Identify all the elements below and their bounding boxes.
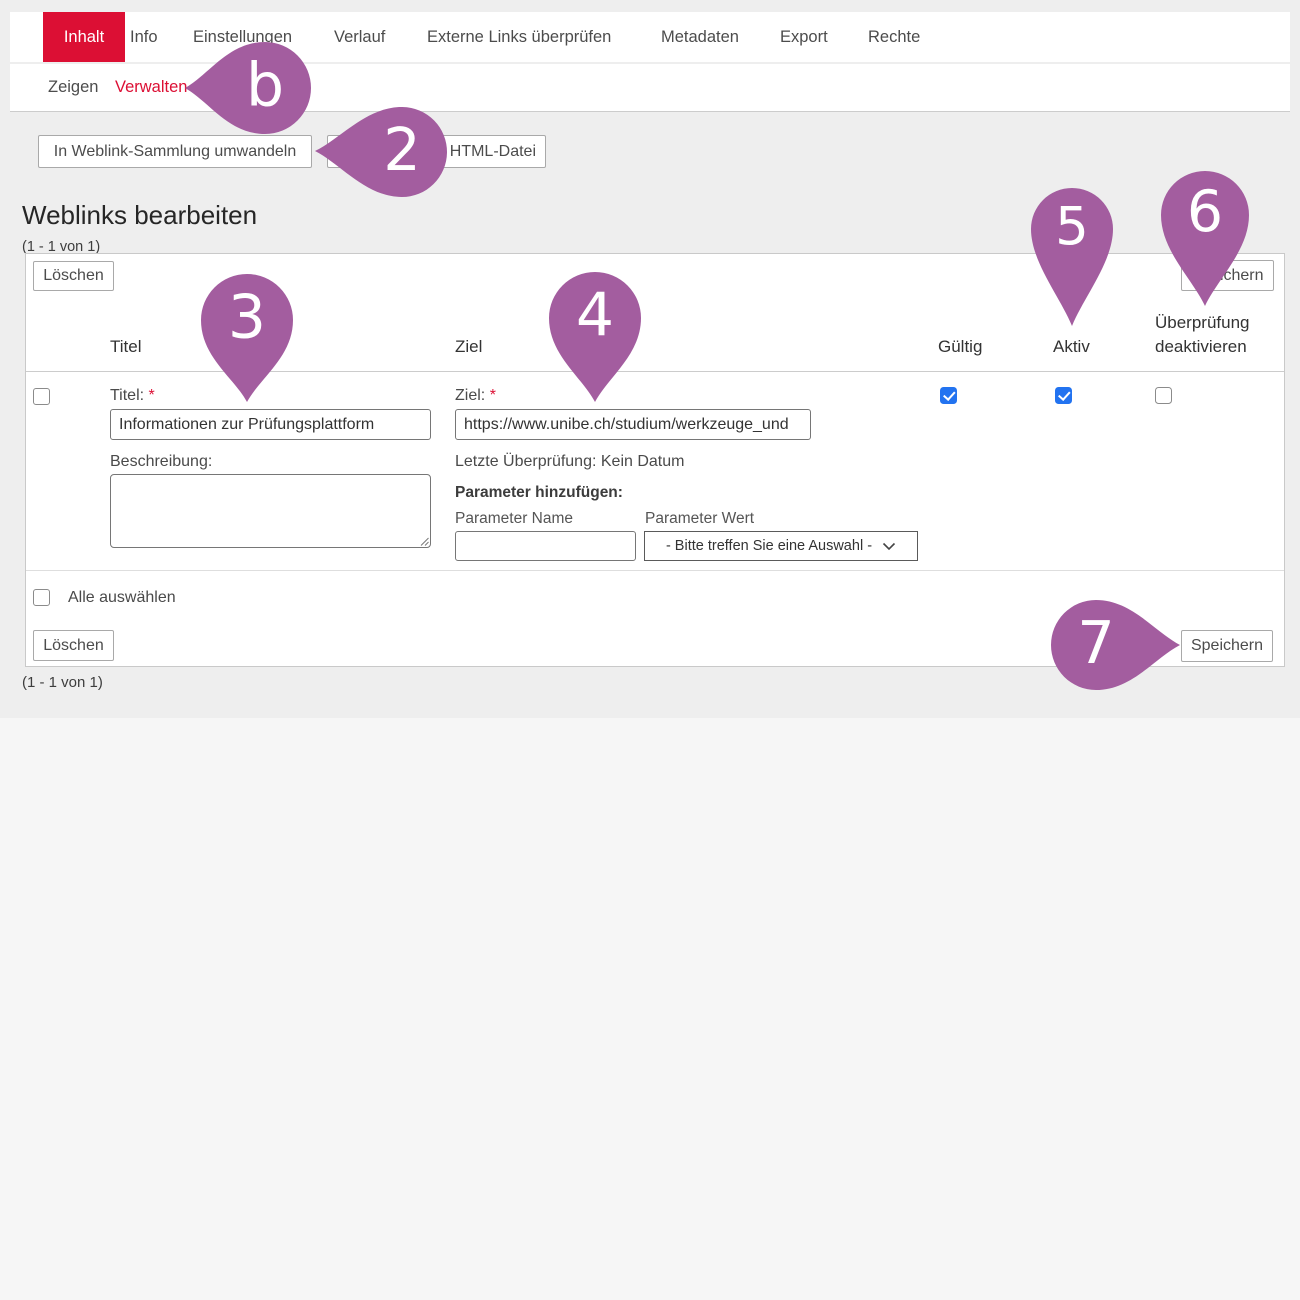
ziel-label-text: Ziel:: [455, 387, 485, 404]
column-header-ueberpruefung-line1: Überprüfung: [1155, 313, 1250, 332]
page-title: Weblinks bearbeiten: [22, 200, 257, 231]
ziel-field-label: Ziel: *: [455, 387, 496, 405]
column-header-ziel: Ziel: [455, 337, 482, 357]
beschreibung-label: Beschreibung:: [110, 453, 212, 471]
column-header-aktiv: Aktiv: [1053, 337, 1090, 357]
header-divider: [26, 371, 1284, 372]
titel-required-asterisk: *: [149, 387, 155, 404]
titel-input[interactable]: [110, 409, 431, 440]
sub-tab-bar: Zeigen Verwalten: [10, 64, 1290, 112]
parameter-name-label: Parameter Name: [455, 510, 573, 528]
parameter-wert-select[interactable]: - Bitte treffen Sie eine Auswahl -: [644, 531, 918, 561]
select-all-checkbox[interactable]: [33, 589, 50, 606]
subtab-verwalten[interactable]: Verwalten: [115, 64, 187, 111]
column-header-gueltig: Gültig: [938, 337, 982, 357]
tab-inhalt[interactable]: Inhalt: [43, 12, 125, 62]
letzte-ueberpruefung-text: Letzte Überprüfung: Kein Datum: [455, 453, 684, 471]
tab-einstellungen[interactable]: Einstellungen: [193, 12, 292, 62]
ueberpruefung-deaktivieren-checkbox[interactable]: [1155, 387, 1172, 404]
titel-field-label: Titel: *: [110, 387, 155, 405]
row-select-checkbox[interactable]: [33, 388, 50, 405]
select-all-label: Alle auswählen: [68, 589, 176, 607]
parameter-wert-selected-option: - Bitte treffen Sie eine Auswahl -: [666, 538, 872, 554]
save-button-top[interactable]: Speichern: [1181, 260, 1274, 291]
ziel-input[interactable]: [455, 409, 811, 440]
convert-to-weblink-collection-button[interactable]: In Weblink-Sammlung umwandeln: [38, 135, 312, 168]
subtab-zeigen[interactable]: Zeigen: [48, 64, 98, 111]
tab-verlauf[interactable]: Verlauf: [334, 12, 385, 62]
tab-rechte[interactable]: Rechte: [868, 12, 920, 62]
parameter-hinzufuegen-title: Parameter hinzufügen:: [455, 484, 623, 502]
tab-export[interactable]: Export: [780, 12, 828, 62]
row-divider: [26, 570, 1284, 571]
ziel-required-asterisk: *: [490, 387, 496, 404]
chevron-down-icon: [882, 542, 896, 551]
result-count-bottom: (1 - 1 von 1): [22, 674, 103, 691]
titel-label-text: Titel:: [110, 387, 144, 404]
tab-info[interactable]: Info: [130, 12, 158, 62]
aktiv-checkbox[interactable]: [1055, 387, 1072, 404]
delete-button-bottom[interactable]: Löschen: [33, 630, 114, 661]
column-header-ueberpruefung-deaktivieren: Überprüfung deaktivieren: [1155, 311, 1250, 359]
column-header-titel: Titel: [110, 337, 142, 357]
delete-button-top[interactable]: Löschen: [33, 261, 114, 291]
tab-externe-links-ueberpruefen[interactable]: Externe Links überprüfen: [427, 12, 611, 62]
column-header-ueberpruefung-line2: deaktivieren: [1155, 337, 1247, 356]
export-html-button[interactable]: s HTML-Datei: [327, 135, 546, 168]
gueltig-checkbox[interactable]: [940, 387, 957, 404]
save-button-bottom[interactable]: Speichern: [1181, 630, 1273, 662]
parameter-name-input[interactable]: [455, 531, 636, 561]
parameter-wert-label: Parameter Wert: [645, 510, 754, 528]
main-tab-bar: InhaltInfo Einstellungen Verlauf Externe Li…: [10, 12, 1290, 62]
tab-metadaten[interactable]: Metadaten: [661, 12, 739, 62]
beschreibung-textarea[interactable]: [110, 474, 431, 548]
